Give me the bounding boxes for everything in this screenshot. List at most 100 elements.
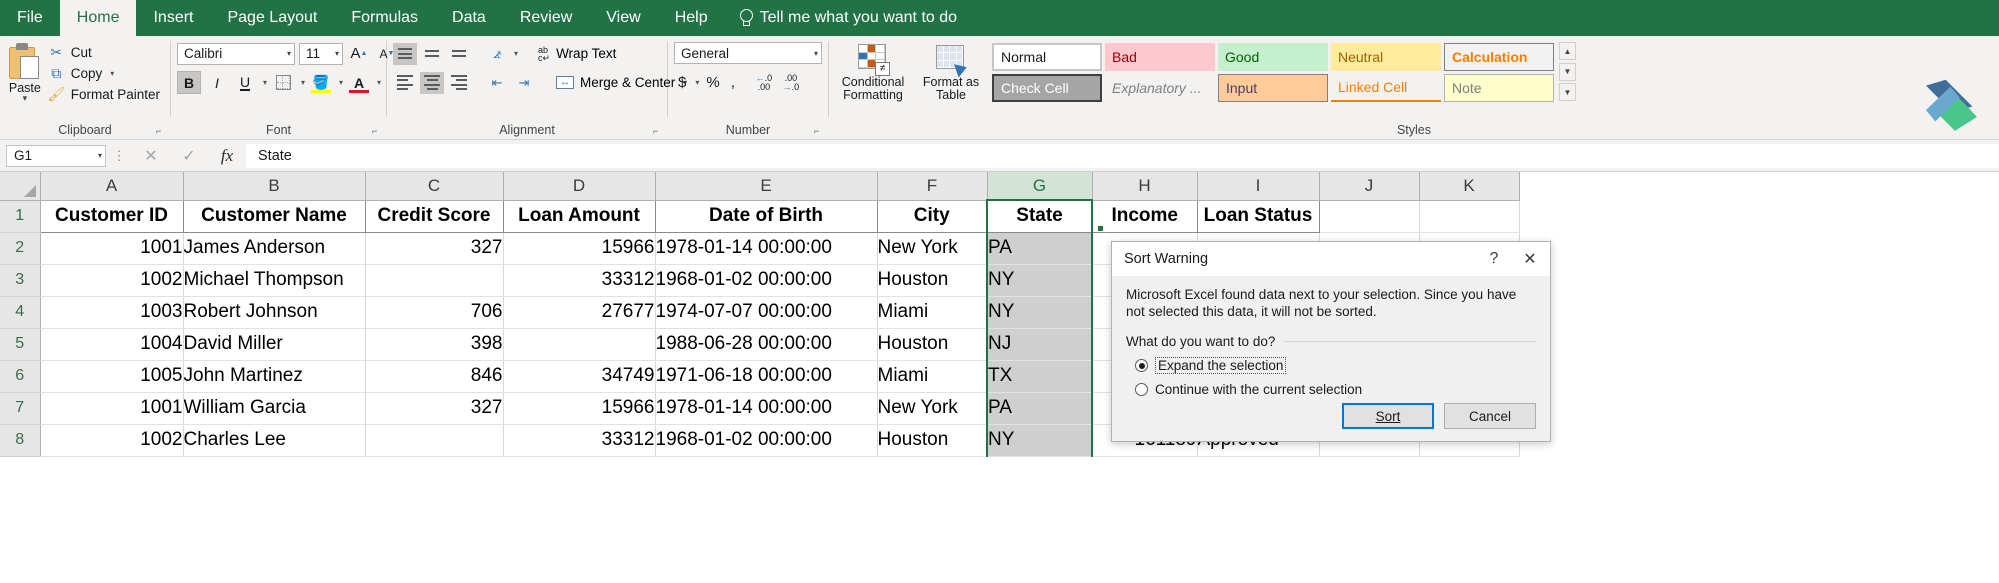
cell-b4[interactable]: Robert Johnson: [183, 296, 366, 329]
cell-e5[interactable]: 1988-06-28 00:00:00: [655, 328, 878, 361]
cell-i1[interactable]: Loan Status: [1197, 200, 1320, 233]
alignment-dialog-launcher[interactable]: ⌐: [653, 127, 662, 136]
cell-d4[interactable]: 27677: [503, 296, 656, 329]
cell-g8[interactable]: NY: [986, 424, 1093, 457]
borders-button[interactable]: [271, 71, 295, 94]
cell-e8[interactable]: 1968-01-02 00:00:00: [655, 424, 878, 457]
cell-c4[interactable]: 706: [365, 296, 504, 329]
format-as-table-button[interactable]: Format as Table: [913, 42, 989, 102]
cell-a1[interactable]: Customer ID: [40, 200, 184, 233]
italic-button[interactable]: I: [205, 71, 229, 94]
cell-c3[interactable]: [365, 264, 504, 297]
tab-review[interactable]: Review: [503, 0, 589, 36]
sort-button[interactable]: Sort: [1342, 403, 1434, 430]
cell-a2[interactable]: 1001: [40, 232, 184, 265]
format-painter-button[interactable]: 🖌 Format Painter: [44, 85, 164, 103]
increase-decimal-button[interactable]: ←.0.00: [752, 71, 776, 94]
column-header-d[interactable]: D: [503, 172, 656, 201]
cell-c5[interactable]: 398: [365, 328, 504, 361]
number-format-combo[interactable]: General ▾: [674, 42, 822, 64]
column-header-k[interactable]: K: [1419, 172, 1520, 201]
cell-g7[interactable]: PA: [986, 392, 1093, 425]
cell-e2[interactable]: 1978-01-14 00:00:00: [655, 232, 878, 265]
name-box[interactable]: G1 ▾: [6, 144, 106, 167]
cell-k1[interactable]: [1419, 200, 1520, 233]
font-dialog-launcher[interactable]: ⌐: [372, 127, 381, 136]
cell-a6[interactable]: 1005: [40, 360, 184, 393]
gallery-scroll-buttons[interactable]: ▲ ▼ ▼: [1559, 42, 1576, 101]
row-header-4[interactable]: 4: [0, 296, 41, 329]
cell-c1[interactable]: Credit Score: [365, 200, 504, 233]
cell-c6[interactable]: 846: [365, 360, 504, 393]
cell-b6[interactable]: John Martinez: [183, 360, 366, 393]
cell-g1[interactable]: State: [986, 200, 1093, 233]
align-left-button[interactable]: [393, 72, 417, 94]
cell-f3[interactable]: Houston: [877, 264, 988, 297]
gallery-scroll-down-button[interactable]: ▼: [1559, 62, 1576, 81]
cell-h1[interactable]: Income: [1092, 200, 1198, 233]
tab-page-layout[interactable]: Page Layout: [210, 0, 334, 36]
tab-data[interactable]: Data: [435, 0, 503, 36]
column-header-i[interactable]: I: [1197, 172, 1320, 201]
chevron-down-icon[interactable]: ▾: [377, 78, 381, 87]
cell-c8[interactable]: [365, 424, 504, 457]
column-header-e[interactable]: E: [655, 172, 878, 201]
column-header-f[interactable]: F: [877, 172, 988, 201]
chevron-down-icon[interactable]: ▾: [339, 78, 343, 87]
cell-e6[interactable]: 1971-06-18 00:00:00: [655, 360, 878, 393]
insert-function-button[interactable]: fx: [208, 144, 246, 168]
chevron-down-icon[interactable]: ▾: [110, 69, 114, 78]
chevron-down-icon[interactable]: ▾: [98, 151, 102, 160]
paste-button[interactable]: Paste ▾: [6, 40, 44, 104]
cell-d2[interactable]: 15966: [503, 232, 656, 265]
chevron-down-icon[interactable]: ▾: [23, 93, 28, 104]
tell-me-box[interactable]: Tell me what you want to do: [725, 0, 974, 36]
cell-d5[interactable]: [503, 328, 656, 361]
align-right-button[interactable]: [447, 72, 471, 94]
align-middle-button[interactable]: [420, 43, 444, 65]
font-name-combo[interactable]: Calibri ▾: [177, 42, 295, 65]
cell-e3[interactable]: 1968-01-02 00:00:00: [655, 264, 878, 297]
style-calculation[interactable]: Calculation: [1444, 43, 1554, 71]
cell-a3[interactable]: 1002: [40, 264, 184, 297]
cell-styles-gallery[interactable]: Normal Bad Good Neutral Calculation Chec…: [991, 42, 1555, 103]
column-header-j[interactable]: J: [1319, 172, 1420, 201]
cell-a4[interactable]: 1003: [40, 296, 184, 329]
align-center-button[interactable]: [420, 71, 444, 94]
tab-help[interactable]: Help: [658, 0, 725, 36]
cell-e7[interactable]: 1978-01-14 00:00:00: [655, 392, 878, 425]
chevron-down-icon[interactable]: ▾: [514, 49, 518, 58]
cell-c2[interactable]: 327: [365, 232, 504, 265]
clipboard-dialog-launcher[interactable]: ⌐: [156, 127, 165, 136]
style-good[interactable]: Good: [1218, 43, 1328, 71]
row-header-5[interactable]: 5: [0, 328, 41, 361]
cell-g6[interactable]: TX: [986, 360, 1093, 393]
cell-b8[interactable]: Charles Lee: [183, 424, 366, 457]
tab-file[interactable]: File: [0, 0, 60, 36]
underline-button[interactable]: U: [233, 71, 257, 94]
number-dialog-launcher[interactable]: ⌐: [814, 127, 823, 136]
tab-insert[interactable]: Insert: [136, 0, 210, 36]
tab-home[interactable]: Home: [59, 0, 137, 36]
cell-f2[interactable]: New York: [877, 232, 988, 265]
cell-b3[interactable]: Michael Thompson: [183, 264, 366, 297]
cell-c7[interactable]: 327: [365, 392, 504, 425]
conditional-formatting-button[interactable]: ≠ Conditional Formatting: [835, 42, 911, 102]
decrease-decimal-button[interactable]: .00 →.0: [779, 71, 803, 94]
radio-button-icon[interactable]: [1135, 383, 1148, 397]
chevron-down-icon[interactable]: ▾: [695, 78, 699, 87]
cell-a8[interactable]: 1002: [40, 424, 184, 457]
align-bottom-button[interactable]: [447, 43, 471, 65]
style-normal[interactable]: Normal: [992, 43, 1102, 71]
cell-f6[interactable]: Miami: [877, 360, 988, 393]
row-header-8[interactable]: 8: [0, 424, 41, 457]
tab-formulas[interactable]: Formulas: [334, 0, 435, 36]
gallery-scroll-up-button[interactable]: ▲: [1559, 42, 1576, 60]
cell-g4[interactable]: NY: [986, 296, 1093, 329]
align-top-button[interactable]: [393, 42, 417, 65]
orientation-button[interactable]: ⦨: [485, 42, 509, 65]
increase-indent-button[interactable]: ⇥: [512, 71, 536, 94]
decrease-indent-button[interactable]: ⇤: [485, 71, 509, 94]
style-neutral[interactable]: Neutral: [1331, 43, 1441, 71]
help-icon[interactable]: ?: [1476, 242, 1512, 276]
